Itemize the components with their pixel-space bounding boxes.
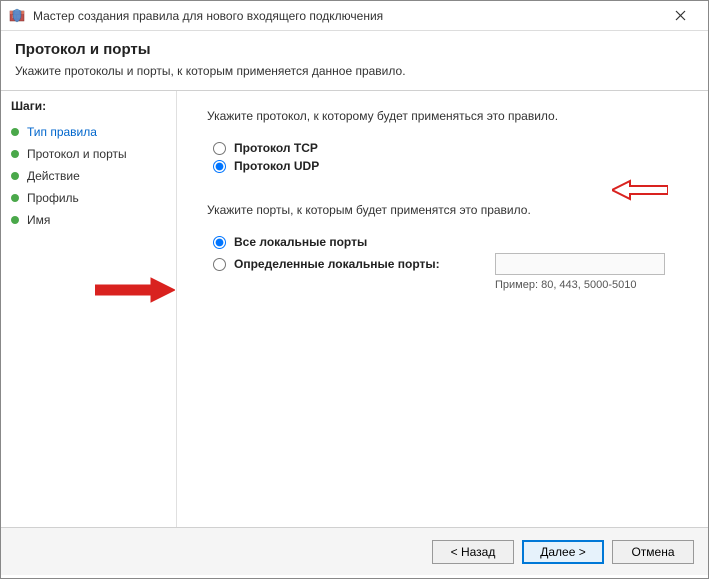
step-action[interactable]: Действие — [11, 165, 166, 187]
page-header: Протокол и порты Укажите протоколы и пор… — [1, 31, 708, 91]
ports-specific-row[interactable]: Определенные локальные порты: — [213, 257, 487, 271]
ports-all-radio[interactable] — [213, 236, 226, 249]
step-protocol-ports[interactable]: Протокол и порты — [11, 143, 166, 165]
window-title: Мастер создания правила для нового входя… — [33, 9, 660, 23]
ports-example: Пример: 80, 443, 5000-5010 — [495, 279, 692, 291]
ports-input[interactable] — [495, 253, 665, 275]
ports-specific-radio[interactable] — [213, 258, 226, 271]
next-button[interactable]: Далее > — [522, 540, 604, 564]
firewall-icon — [9, 8, 25, 24]
protocol-tcp-radio[interactable] — [213, 142, 226, 155]
step-label: Имя — [27, 213, 50, 227]
protocol-udp-radio[interactable] — [213, 160, 226, 173]
main-panel: Укажите протокол, к которому будет приме… — [176, 91, 708, 527]
step-profile[interactable]: Профиль — [11, 187, 166, 209]
step-bullet-icon — [11, 150, 19, 158]
steps-sidebar: Шаги: Тип правила Протокол и порты Дейст… — [1, 91, 176, 527]
footer-bar: < Назад Далее > Отмена — [1, 527, 708, 575]
step-label: Действие — [27, 169, 80, 183]
titlebar: Мастер создания правила для нового входя… — [1, 1, 708, 31]
close-button[interactable] — [660, 2, 700, 30]
wizard-body: Шаги: Тип правила Протокол и порты Дейст… — [1, 91, 708, 527]
cancel-button[interactable]: Отмена — [612, 540, 694, 564]
annotation-arrow-right-icon — [95, 276, 175, 304]
ports-all-row[interactable]: Все локальные порты — [213, 235, 692, 249]
back-button[interactable]: < Назад — [432, 540, 514, 564]
ports-specific-label: Определенные локальные порты: — [234, 257, 440, 271]
protocol-udp-row[interactable]: Протокол UDP — [213, 159, 692, 173]
ports-all-label: Все локальные порты — [234, 235, 367, 249]
protocol-tcp-label: Протокол TCP — [234, 141, 318, 155]
protocol-tcp-row[interactable]: Протокол TCP — [213, 141, 692, 155]
page-title: Протокол и порты — [15, 41, 694, 58]
step-label: Протокол и порты — [27, 147, 127, 161]
step-label: Тип правила — [27, 125, 97, 139]
protocol-udp-label: Протокол UDP — [234, 159, 319, 173]
protocol-instruction: Укажите протокол, к которому будет приме… — [207, 109, 692, 123]
page-subtitle: Укажите протоколы и порты, к которым при… — [15, 64, 694, 78]
step-bullet-icon — [11, 172, 19, 180]
step-bullet-icon — [11, 194, 19, 202]
step-label: Профиль — [27, 191, 79, 205]
step-name[interactable]: Имя — [11, 209, 166, 231]
step-bullet-icon — [11, 216, 19, 224]
steps-heading: Шаги: — [11, 99, 166, 113]
step-bullet-icon — [11, 128, 19, 136]
annotation-arrow-left-icon — [612, 179, 668, 201]
ports-instruction: Укажите порты, к которым будет применятс… — [207, 203, 692, 217]
step-rule-type[interactable]: Тип правила — [11, 121, 166, 143]
